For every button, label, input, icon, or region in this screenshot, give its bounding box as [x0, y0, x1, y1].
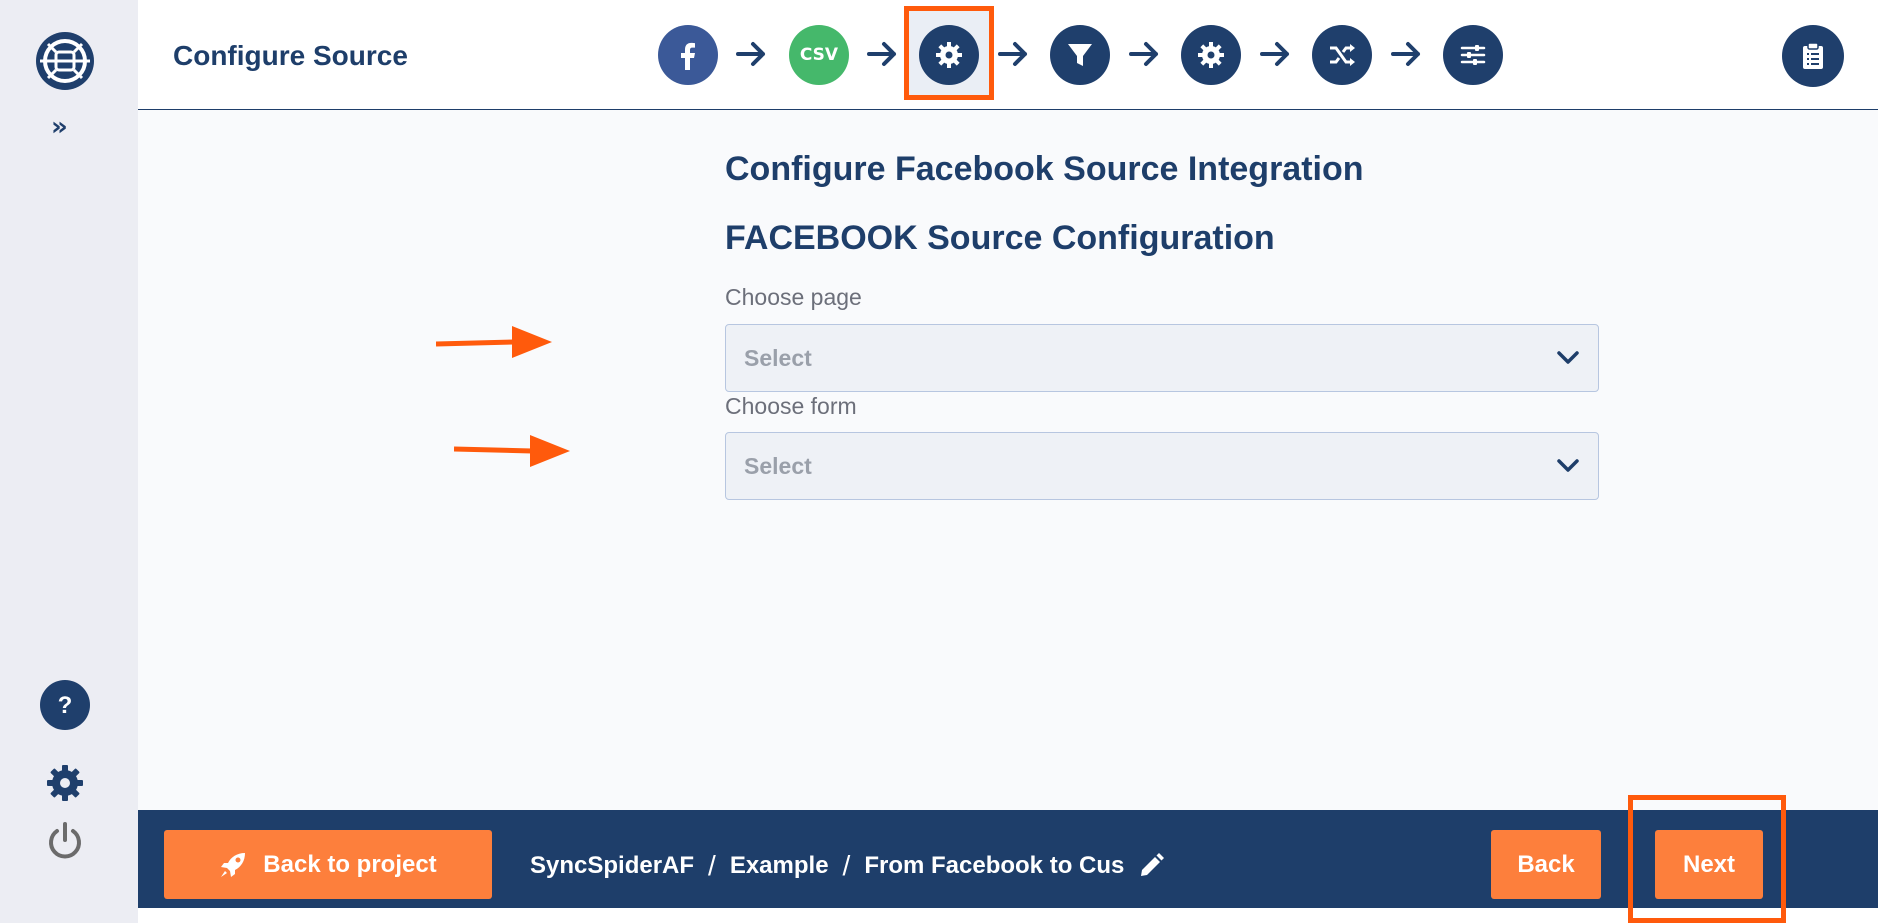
- page-title: Configure Source: [173, 40, 408, 71]
- form-select-value: Select: [744, 453, 812, 479]
- shuffle-icon: [1330, 44, 1355, 66]
- gear-icon: [936, 42, 962, 68]
- main-area: Configure Source CSV Configure Facebook …: [138, 6, 1878, 810]
- breadcrumb-separator: /: [708, 850, 716, 881]
- choose-form-label: Choose form: [725, 393, 857, 419]
- footer-bar: Back to project SyncSpiderAF / Example /…: [138, 810, 1878, 908]
- breadcrumb-item[interactable]: SyncSpiderAF: [530, 852, 694, 880]
- rocket-icon: [221, 852, 246, 877]
- gear-icon: [1198, 42, 1224, 68]
- clipboard-icon: [1803, 42, 1823, 69]
- page-select-value: Select: [744, 345, 812, 371]
- pencil-icon[interactable]: [1138, 853, 1165, 879]
- csv-icon: CSV: [799, 45, 839, 65]
- back-to-project-button[interactable]: Back to project: [164, 830, 492, 899]
- chevron-down-icon: [1557, 459, 1579, 472]
- step-csv[interactable]: CSV: [789, 25, 849, 85]
- arrow-right-icon: [736, 42, 765, 66]
- sidebar: » ?: [0, 0, 138, 923]
- chevron-down-icon: [1557, 351, 1579, 364]
- step-facebook[interactable]: [658, 25, 718, 85]
- breadcrumb-item: From Facebook to Cus: [864, 852, 1125, 879]
- arrow-right-icon: [998, 42, 1027, 66]
- settings-gear-icon[interactable]: [44, 762, 86, 804]
- sliders-icon: [1460, 45, 1486, 65]
- help-icon: ?: [58, 692, 73, 719]
- back-to-project-label: Back to project: [263, 850, 437, 878]
- step-filter[interactable]: [1050, 25, 1110, 85]
- form-select[interactable]: Select: [725, 432, 1599, 500]
- annotation-arrow-icon: [436, 326, 552, 358]
- step-options[interactable]: [1443, 25, 1503, 85]
- back-button[interactable]: Back: [1491, 830, 1601, 899]
- choose-page-label: Choose page: [725, 284, 862, 310]
- expand-sidebar-button[interactable]: »: [51, 112, 68, 142]
- help-button[interactable]: ?: [40, 680, 90, 730]
- breadcrumb-item[interactable]: Example: [730, 852, 829, 880]
- arrow-right-icon: [1260, 42, 1289, 66]
- step-configure-active[interactable]: [919, 25, 979, 85]
- arrow-right-icon: [867, 42, 896, 66]
- facebook-icon: [681, 42, 695, 70]
- logo-icon[interactable]: [34, 30, 96, 92]
- annotation-arrow-icon: [454, 435, 570, 467]
- breadcrumb: SyncSpiderAF / Example / From Facebook t…: [530, 850, 1165, 882]
- power-icon[interactable]: [44, 820, 86, 862]
- page-select[interactable]: Select: [725, 324, 1599, 392]
- step-settings[interactable]: [1181, 25, 1241, 85]
- arrow-right-icon: [1391, 42, 1420, 66]
- summary-button[interactable]: [1782, 25, 1844, 87]
- step-mapping[interactable]: [1312, 25, 1372, 85]
- filter-icon: [1068, 44, 1092, 66]
- breadcrumb-separator: /: [842, 850, 851, 881]
- next-button-highlight: [1628, 795, 1786, 923]
- section-heading: FACEBOOK Source Configuration: [725, 219, 1275, 257]
- arrow-right-icon: [1129, 42, 1158, 66]
- page-heading: Configure Facebook Source Integration: [725, 150, 1364, 188]
- top-bar: Configure Source CSV: [138, 6, 1878, 110]
